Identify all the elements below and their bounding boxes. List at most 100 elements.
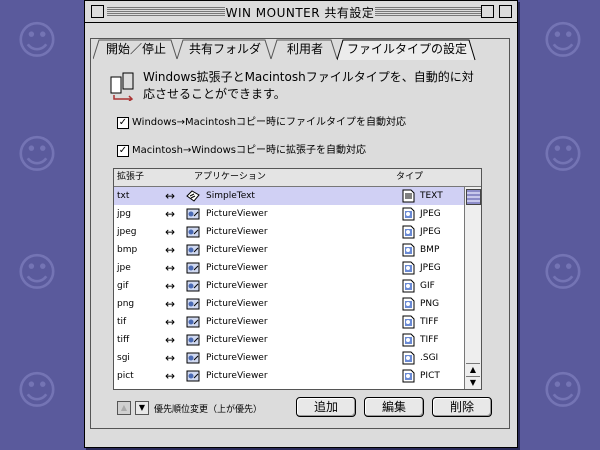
bidirectional-arrow-icon: ↔ <box>165 225 176 239</box>
tab-start-stop[interactable]: 開始／停止 <box>93 39 179 60</box>
bidirectional-arrow-icon: ↔ <box>165 261 176 275</box>
image-document-icon <box>402 225 415 239</box>
image-document-icon <box>402 315 415 329</box>
scroll-down-arrow-icon[interactable]: ▼ <box>466 376 480 389</box>
table-row[interactable]: tiff ↔ PictureViewer TIFF <box>114 331 464 349</box>
tab-label: ファイルタイプの設定 <box>346 42 467 56</box>
row-extension: sgi <box>117 353 130 363</box>
add-button[interactable]: 追加 <box>296 397 356 417</box>
table-row[interactable]: jpeg ↔ PictureViewer JPEG <box>114 223 464 241</box>
table-row[interactable]: jpg ↔ PictureViewer JPEG <box>114 205 464 223</box>
table-row[interactable]: tif ↔ PictureViewer TIFF <box>114 313 464 331</box>
desktop-finder-icon: ☺ <box>542 18 584 64</box>
file-exchange-icon <box>110 72 134 101</box>
row-type: GIF <box>420 281 435 291</box>
row-type: TIFF <box>420 317 439 327</box>
row-extension: gif <box>117 281 129 291</box>
image-document-icon <box>402 243 415 257</box>
file-type-list: 拡張子 アプリケーション タイプ txt ↔ SimpleText TEXT jpg ↔ P… <box>113 168 482 390</box>
column-header-app[interactable]: アプリケーション <box>194 169 266 186</box>
row-type: PNG <box>420 299 440 309</box>
pictureviewer-icon <box>186 352 200 364</box>
table-row[interactable]: png ↔ PictureViewer PNG <box>114 295 464 313</box>
priority-label: 優先順位変更（上が優先） <box>154 405 263 415</box>
image-document-icon <box>402 351 415 365</box>
bidirectional-arrow-icon: ↔ <box>165 279 176 293</box>
table-row[interactable]: sgi ↔ PictureViewer .SGI <box>114 349 464 367</box>
bidirectional-arrow-icon: ↔ <box>165 189 176 203</box>
table-row[interactable]: jpe ↔ PictureViewer JPEG <box>114 259 464 277</box>
row-extension: tiff <box>117 335 130 345</box>
row-application: PictureViewer <box>206 245 268 255</box>
zoom-box[interactable] <box>481 5 494 18</box>
image-document-icon <box>402 333 415 347</box>
tab-file-type-settings[interactable]: ファイルタイプの設定 <box>337 39 477 61</box>
column-header-type[interactable]: タイプ <box>396 169 423 186</box>
list-scrollbar[interactable]: ▲ ▼ <box>464 187 481 389</box>
edit-button[interactable]: 編集 <box>364 397 424 417</box>
desktop-finder-icon: ☺ <box>16 132 58 178</box>
image-document-icon <box>402 207 415 221</box>
image-document-icon <box>402 369 415 383</box>
table-row[interactable]: gif ↔ PictureViewer GIF <box>114 277 464 295</box>
column-header-ext[interactable]: 拡張子 <box>117 169 144 186</box>
row-application: PictureViewer <box>206 335 268 345</box>
row-type: .SGI <box>420 353 439 363</box>
close-box[interactable] <box>91 5 104 18</box>
row-application: PictureViewer <box>206 281 268 291</box>
row-extension: txt <box>117 191 130 201</box>
row-extension: pict <box>117 371 134 381</box>
pictureviewer-icon <box>186 226 200 238</box>
priority-up-button[interactable]: ▲ <box>117 401 131 415</box>
title-bar[interactable]: WIN MOUNTER 共有設定 <box>85 1 517 23</box>
window-title: WIN MOUNTER 共有設定 <box>225 4 375 21</box>
row-application: PictureViewer <box>206 263 268 273</box>
list-header: 拡張子 アプリケーション タイプ <box>114 169 481 187</box>
pictureviewer-icon <box>186 208 200 220</box>
settings-window: WIN MOUNTER 共有設定 開始／停止 共有フォルダ 利用者 ファイルタイ… <box>84 0 518 448</box>
text-document-icon <box>402 189 415 203</box>
table-row[interactable]: pict ↔ PictureViewer PICT <box>114 367 464 385</box>
tab-users[interactable]: 利用者 <box>271 39 339 60</box>
row-application: SimpleText <box>206 191 255 201</box>
row-type: JPEG <box>420 227 441 237</box>
pictureviewer-icon <box>186 316 200 328</box>
desktop-finder-icon: ☺ <box>542 368 584 414</box>
scroll-up-arrow-icon[interactable]: ▲ <box>466 363 480 376</box>
tab-shared-folder[interactable]: 共有フォルダ <box>177 39 273 60</box>
simpletext-icon <box>186 190 200 202</box>
pictureviewer-icon <box>186 370 200 382</box>
table-row[interactable]: txt ↔ SimpleText TEXT <box>114 187 464 205</box>
delete-button[interactable]: 削除 <box>432 397 492 417</box>
row-extension: tif <box>117 317 127 327</box>
row-type: TEXT <box>420 191 443 201</box>
mac-to-win-label: Macintosh→Windowsコピー時に拡張子を自動対応 <box>132 145 366 156</box>
list-rows: txt ↔ SimpleText TEXT jpg ↔ PictureViewer JPEG j… <box>114 187 464 389</box>
pictureviewer-icon <box>186 280 200 292</box>
row-type: BMP <box>420 245 440 255</box>
scroll-thumb[interactable] <box>466 189 481 205</box>
win-to-mac-checkbox[interactable]: ✓ <box>117 117 129 129</box>
row-application: PictureViewer <box>206 299 268 309</box>
pictureviewer-icon <box>186 298 200 310</box>
tab-label: 開始／停止 <box>105 42 166 56</box>
row-type: JPEG <box>420 263 441 273</box>
collapse-box[interactable] <box>499 5 512 18</box>
mac-to-win-checkbox[interactable]: ✓ <box>117 145 129 157</box>
row-application: PictureViewer <box>206 209 268 219</box>
table-row[interactable]: bmp ↔ PictureViewer BMP <box>114 241 464 259</box>
priority-down-button[interactable]: ▼ <box>135 401 149 415</box>
image-document-icon <box>402 261 415 275</box>
desktop-finder-icon: ☺ <box>542 250 584 296</box>
row-application: PictureViewer <box>206 371 268 381</box>
desktop-finder-icon: ☺ <box>16 250 58 296</box>
row-type: JPEG <box>420 209 441 219</box>
row-type: PICT <box>420 371 440 381</box>
row-type: TIFF <box>420 335 439 345</box>
row-application: PictureViewer <box>206 227 268 237</box>
row-extension: bmp <box>117 245 138 255</box>
desktop-finder-icon: ☺ <box>542 132 584 178</box>
bidirectional-arrow-icon: ↔ <box>165 369 176 383</box>
desktop-finder-icon: ☺ <box>16 18 58 64</box>
row-extension: png <box>117 299 135 309</box>
